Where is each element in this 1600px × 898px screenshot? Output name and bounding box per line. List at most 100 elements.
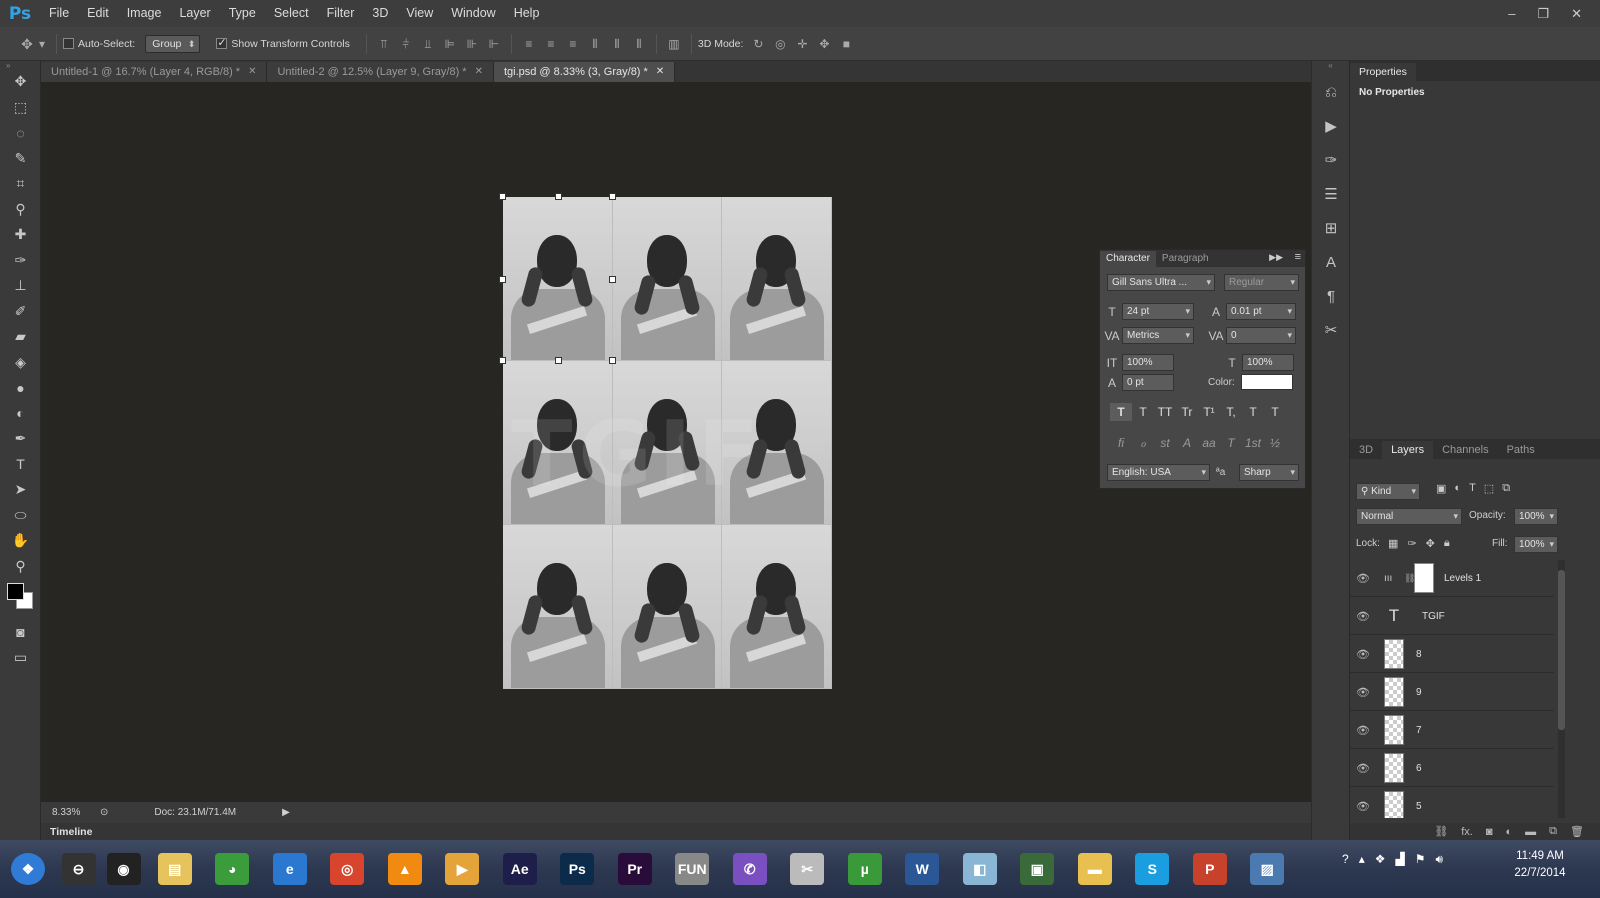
kerning-dropdown[interactable]: Metrics: [1122, 327, 1194, 344]
color-swatches[interactable]: [0, 579, 41, 619]
screen-mode-icon[interactable]: ▭: [0, 645, 41, 671]
tab-3d[interactable]: 3D: [1350, 441, 1382, 459]
layer-mask-thumbnail[interactable]: [1414, 563, 1434, 593]
baseline-shift-field[interactable]: 0 pt: [1122, 374, 1174, 391]
type-filter-icon[interactable]: T: [1469, 482, 1476, 495]
tool-preset-chevron-icon[interactable]: ▾: [38, 37, 46, 51]
type-tool-icon[interactable]: T: [0, 452, 41, 478]
taskbar-premiere-icon[interactable]: Pr: [606, 849, 664, 889]
menu-view[interactable]: View: [397, 0, 442, 27]
leading-field[interactable]: 0.01 pt: [1226, 303, 1296, 320]
flag-icon[interactable]: ⚑: [1415, 852, 1426, 867]
tab-channels[interactable]: Channels: [1433, 441, 1497, 459]
folder-icon[interactable]: ▬: [1525, 826, 1536, 838]
transform-handle[interactable]: [499, 193, 506, 200]
distribute-left-icon[interactable]: ⦀: [588, 37, 602, 51]
status-info-icon[interactable]: ⊙: [100, 807, 108, 818]
visibility-eye-icon[interactable]: 👁︎: [1350, 762, 1376, 775]
shape-filter-icon[interactable]: ⬚: [1484, 482, 1494, 495]
font-family-dropdown[interactable]: Gill Sans Ultra ...: [1107, 274, 1215, 291]
minimize-button[interactable]: –: [1508, 6, 1515, 21]
drag-3d-icon[interactable]: ✛: [795, 37, 809, 51]
taskbar-clock[interactable]: 11:49 AM 22/7/2014: [1508, 848, 1572, 882]
taskbar-tool-icon[interactable]: ✂: [779, 849, 837, 889]
opentype-button[interactable]: fi: [1110, 434, 1132, 452]
taskbar-photo-viewer-icon[interactable]: ▨: [1239, 849, 1297, 889]
history-panel-icon[interactable]: ⎌: [1312, 75, 1350, 109]
actions-panel-icon[interactable]: ▶: [1312, 109, 1350, 143]
roll-3d-icon[interactable]: ◎: [773, 37, 787, 51]
menu-window[interactable]: Window: [442, 0, 504, 27]
ellipse-tool-icon[interactable]: ⬭: [0, 503, 41, 529]
layer-row[interactable]: 👁︎ 7: [1350, 712, 1554, 749]
eyedropper-tool-icon[interactable]: ⚲: [0, 197, 41, 223]
type-style-button[interactable]: T: [1264, 403, 1286, 421]
layer-row[interactable]: 👁︎ 9: [1350, 674, 1554, 711]
menu-type[interactable]: Type: [220, 0, 265, 27]
lock-all-icon[interactable]: 🔒︎: [1444, 537, 1450, 550]
adjust-filter-icon[interactable]: ◐: [1454, 482, 1461, 495]
transform-handle[interactable]: [609, 193, 616, 200]
align-bottom-icon[interactable]: ⫫: [421, 37, 435, 51]
menu-image[interactable]: Image: [118, 0, 171, 27]
font-size-field[interactable]: 24 pt: [1122, 303, 1194, 320]
type-style-button[interactable]: T: [1110, 403, 1132, 421]
vertical-scale-field[interactable]: 100%: [1122, 354, 1174, 371]
taskbar-explorer-icon[interactable]: ▤: [146, 849, 204, 889]
path-select-tool-icon[interactable]: ➤: [0, 477, 41, 503]
type-style-button[interactable]: T: [1242, 403, 1264, 421]
photo-cell[interactable]: [503, 197, 613, 361]
photo-cell[interactable]: [722, 525, 832, 689]
menu-file[interactable]: File: [40, 0, 78, 27]
layer-row[interactable]: 👁︎ ııı ⛓ Levels 1: [1350, 560, 1554, 597]
visibility-eye-icon[interactable]: 👁︎: [1350, 800, 1376, 813]
transform-handle[interactable]: [609, 276, 616, 283]
layers-scrollbar[interactable]: [1558, 560, 1565, 818]
dropbox-icon[interactable]: ❖: [1375, 852, 1386, 867]
opentype-button[interactable]: aa: [1198, 434, 1220, 452]
distribute-top-icon[interactable]: ≡: [522, 37, 536, 51]
layer-filter-dropdown[interactable]: ⚲ Kind: [1356, 483, 1420, 500]
menu-3d[interactable]: 3D: [363, 0, 397, 27]
visibility-eye-icon[interactable]: 👁︎: [1350, 724, 1376, 737]
volume-icon[interactable]: 🔊︎: [1435, 852, 1443, 867]
zoom-tool-icon[interactable]: ⚲: [0, 554, 41, 580]
stamp-tool-icon[interactable]: ⊥: [0, 273, 41, 299]
layer-comps-icon[interactable]: ⊞: [1312, 211, 1350, 245]
tab-paragraph[interactable]: Paragraph: [1156, 251, 1215, 267]
move-tool-icon[interactable]: ✥: [0, 69, 41, 95]
layer-row[interactable]: 👁︎ 6: [1350, 750, 1554, 787]
chain-icon[interactable]: ⛓: [1404, 573, 1415, 584]
auto-select-checkbox[interactable]: Auto-Select:: [63, 38, 135, 50]
panel-menu-icon[interactable]: ≡: [1295, 251, 1301, 263]
trash-icon[interactable]: 🗑︎: [1570, 825, 1584, 838]
auto-select-target-dropdown[interactable]: Group: [145, 34, 201, 53]
transform-handle[interactable]: [555, 357, 562, 364]
taskbar-camera-icon[interactable]: ◉: [101, 849, 146, 889]
zoom-level[interactable]: 8.33%: [52, 807, 94, 818]
history-brush-icon[interactable]: ✐: [0, 299, 41, 325]
menu-help[interactable]: Help: [505, 0, 549, 27]
dock-collapse-icon[interactable]: «: [1312, 61, 1349, 75]
transform-handle[interactable]: [609, 357, 616, 364]
show-transform-checkbox[interactable]: Show Transform Controls: [216, 36, 350, 50]
opentype-button[interactable]: st: [1154, 434, 1176, 452]
visibility-eye-icon[interactable]: 👁︎: [1350, 686, 1376, 699]
language-dropdown[interactable]: English: USA: [1107, 464, 1210, 481]
opentype-button[interactable]: ℴ: [1132, 434, 1154, 452]
distribute-bottom-icon[interactable]: ≡: [566, 37, 580, 51]
taskbar-monitor-icon[interactable]: ▣: [1009, 849, 1067, 889]
tab-layers[interactable]: Layers: [1382, 441, 1434, 459]
opentype-button[interactable]: A: [1176, 434, 1198, 452]
show-transform-check[interactable]: [216, 36, 228, 49]
hand-tool-icon[interactable]: ✋: [0, 528, 41, 554]
opacity-field[interactable]: 100%: [1514, 508, 1558, 525]
visibility-eye-icon[interactable]: 👁︎: [1350, 572, 1376, 585]
dodge-tool-icon[interactable]: ◐: [0, 401, 41, 427]
photo-cell[interactable]: [503, 525, 613, 689]
layer-row[interactable]: 👁︎ T TGIF: [1350, 598, 1554, 635]
lasso-tool-icon[interactable]: ◌: [0, 120, 41, 146]
paragraph-panel-icon[interactable]: ¶: [1312, 279, 1350, 313]
layer-row[interactable]: 👁︎ 5: [1350, 788, 1554, 818]
lock-transparent-icon[interactable]: ▦: [1388, 537, 1398, 550]
